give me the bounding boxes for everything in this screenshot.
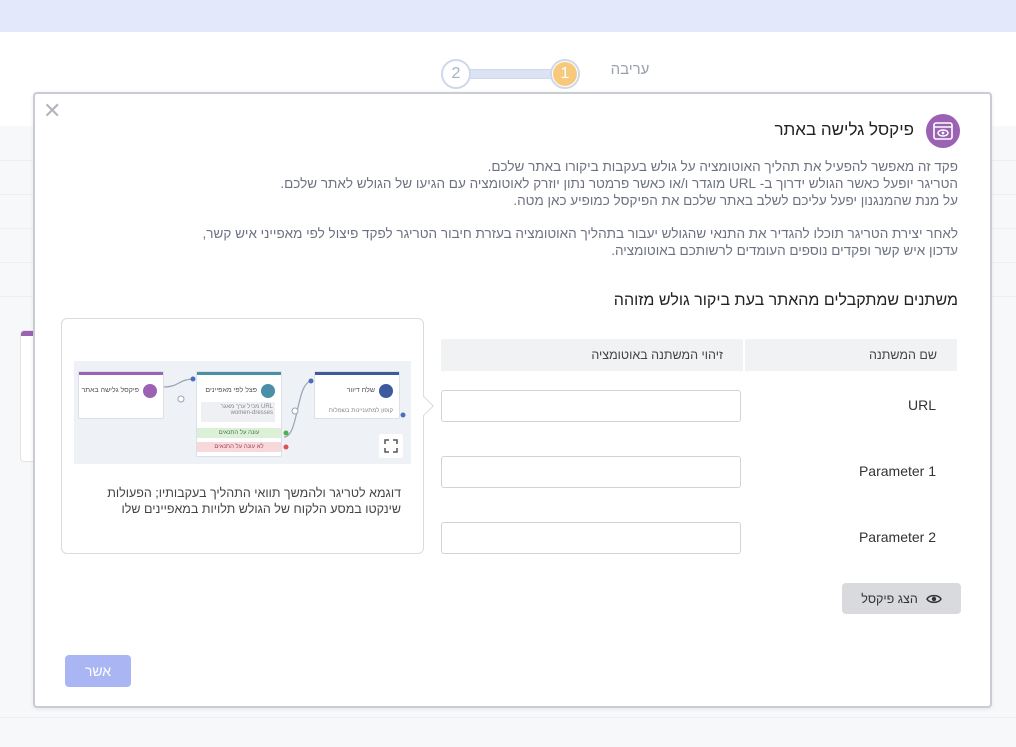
- split-icon: [261, 384, 275, 398]
- description-line: עדכון איש קשר ופקדים נוספים העומדים לרשו…: [611, 243, 958, 258]
- step-1-label: עריבה: [610, 61, 650, 78]
- variable-name-url: URL: [907, 397, 936, 413]
- background-node-card: [20, 330, 35, 462]
- node-yes-branch: עונה על התנאים: [197, 428, 281, 438]
- node-trigger-label: פיקסל גלישה באתר: [81, 387, 139, 394]
- example-card: פיקסל גלישה באתר פצל לפי מאפיינים URL מכ…: [61, 318, 434, 554]
- flow-node-split: פצל לפי מאפיינים URL מכיל ערך מאגר women…: [196, 371, 282, 457]
- pixel-dialog: ✕ פיקסל גלישה באתר פקד זה מאפשר להפעיל א…: [33, 92, 992, 708]
- node-split-label: פצל לפי מאפיינים: [205, 387, 257, 394]
- variable-name-parameter-1: Parameter 1: [858, 463, 936, 479]
- background-divider: [0, 717, 1016, 718]
- step-1-circle[interactable]: 1: [550, 59, 580, 89]
- dialog-title: פיקסל גלישה באתר: [774, 120, 914, 139]
- node-accent-bar: [315, 372, 399, 375]
- expand-icon[interactable]: [379, 434, 403, 458]
- stepper-connector: [469, 69, 553, 79]
- description-line: על מנת שהמנגנון יפעל עליכם לשלב באתר שלכ…: [513, 193, 958, 208]
- url-ident-input[interactable]: [441, 390, 741, 422]
- description-line: הטריגר יופעל כאשר הגולש ידרוך ב- URL מוג…: [280, 176, 958, 191]
- parameter-2-ident-input[interactable]: [441, 522, 741, 554]
- top-bar: [0, 0, 1016, 32]
- show-pixel-label: הצג פיקסל: [861, 591, 918, 606]
- eye-icon: [925, 594, 942, 603]
- example-card-pointer: [414, 396, 434, 416]
- description-line: פקד זה מאפשר להפעיל את תהליך האוטומציה ע…: [487, 159, 958, 174]
- node-send-label: שלח דיוור: [346, 387, 375, 394]
- browser-eye-icon: [926, 114, 960, 148]
- close-icon[interactable]: ✕: [43, 100, 61, 122]
- column-header-variable-ident: זיהוי המשתנה באוטומציה: [441, 339, 743, 371]
- column-header-variable-name: שם המשתנה: [745, 339, 957, 371]
- variables-section-title: משתנים שמתקבלים מהאתר בעת ביקור גולש מזו…: [613, 292, 958, 309]
- show-pixel-button[interactable]: הצג פיקסל: [842, 583, 961, 614]
- confirm-label: אשר: [84, 663, 112, 679]
- mail-icon: [379, 384, 393, 398]
- node-no-branch: לא עונה על התנאים: [197, 442, 281, 452]
- description-line: לאחר יצירת הטריגר תוכלו להגדיר את התנאי …: [202, 226, 958, 241]
- confirm-button[interactable]: אשר: [65, 655, 131, 687]
- step-1-inner: 1: [553, 62, 577, 86]
- variable-name-parameter-2: Parameter 2: [858, 529, 936, 545]
- node-send-sub: קופון למתעניינות בשמלות: [328, 408, 393, 414]
- dialog-description: פקד זה מאפשר להפעיל את תהליך האוטומציה ע…: [58, 158, 958, 259]
- step-1-number: 1: [560, 65, 570, 82]
- parameter-1-ident-input[interactable]: [441, 456, 741, 488]
- step-2-circle[interactable]: 2: [441, 59, 471, 89]
- node-accent-bar: [197, 372, 281, 375]
- flow-node-send: שלח דיוור קופון למתעניינות בשמלות: [314, 371, 400, 419]
- example-flow-image: פיקסל גלישה באתר פצל לפי מאפיינים URL מכ…: [74, 361, 411, 464]
- example-caption: דוגמא לטריגר ולהמשך תוואי התהליך בעקבותי…: [107, 486, 401, 516]
- node-split-rule: URL מכיל ערך מאגר women-dresses: [201, 402, 275, 422]
- browser-eye-icon: [143, 384, 157, 398]
- step-2-number: 2: [451, 65, 461, 82]
- node-accent-bar: [79, 372, 163, 375]
- flow-node-trigger: פיקסל גלישה באתר: [78, 371, 164, 419]
